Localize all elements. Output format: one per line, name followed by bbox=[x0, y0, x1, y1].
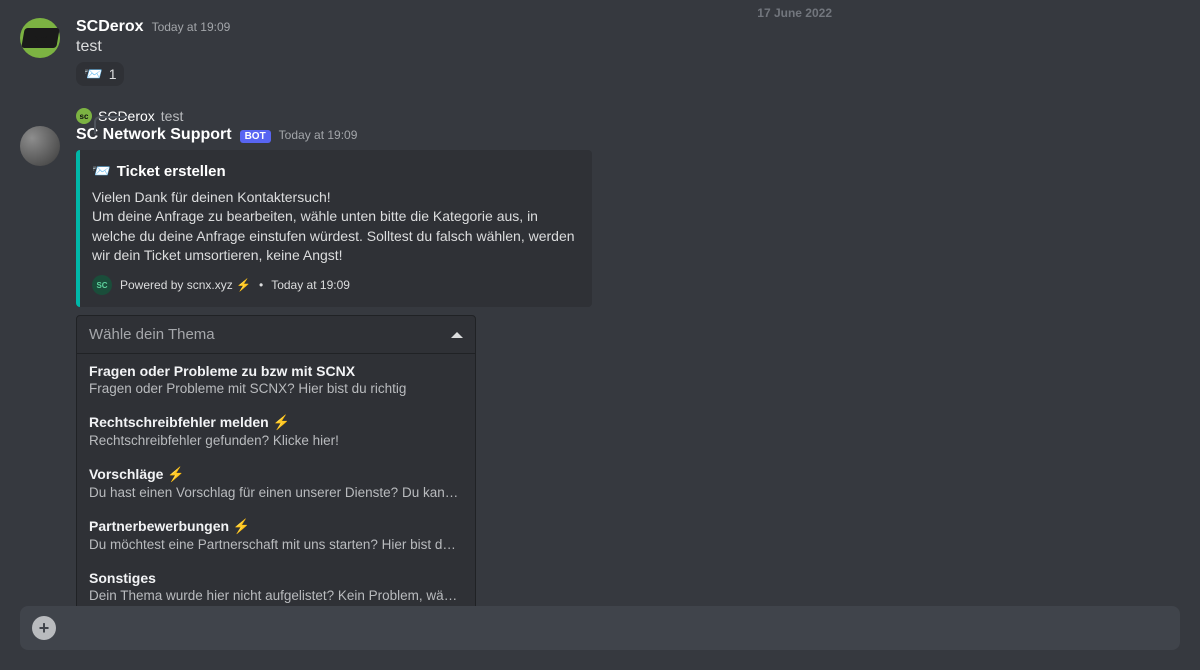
reaction[interactable]: 📨 1 bbox=[76, 62, 124, 86]
embed-footer-icon: SC bbox=[92, 275, 112, 295]
embed-title-text: Ticket erstellen bbox=[117, 163, 226, 180]
select-option[interactable]: Sonstiges Dein Thema wurde hier nicht auf… bbox=[77, 561, 475, 612]
embed-description: Vielen Dank für deinen Kontaktersuch! Um… bbox=[92, 188, 576, 265]
sidebar-date: 17 June 2022 bbox=[757, 6, 832, 20]
avatar[interactable] bbox=[20, 126, 60, 166]
option-label: Sonstiges bbox=[89, 570, 463, 586]
embed-footer-time: Today at 19:09 bbox=[271, 278, 350, 292]
chevron-up-icon bbox=[451, 332, 463, 338]
select-option[interactable]: Partnerbewerbungen ⚡ Du möchtest eine Par… bbox=[77, 509, 475, 561]
option-label: Partnerbewerbungen ⚡ bbox=[89, 518, 463, 535]
embed-footer-text: Powered by scnx.xyz ⚡ bbox=[120, 278, 251, 292]
embed: 📨 Ticket erstellen Vielen Dank für deine… bbox=[76, 150, 592, 307]
message-bot: SC Network Support BOT Today at 19:09 📨 … bbox=[0, 124, 1200, 615]
select-option[interactable]: Vorschläge ⚡ Du hast einen Vorschlag für … bbox=[77, 457, 475, 509]
reaction-count: 1 bbox=[109, 66, 117, 82]
reply-spine-icon bbox=[94, 116, 128, 134]
option-description: Du möchtest eine Partnerschaft mit uns s… bbox=[89, 537, 463, 552]
option-description: Rechtschreibfehler gefunden? Klicke hier… bbox=[89, 433, 463, 448]
select-menu: Wähle dein Thema Fragen oder Probleme zu… bbox=[76, 315, 476, 613]
message-input-bar[interactable]: + bbox=[20, 606, 1180, 650]
select-options-list: Fragen oder Probleme zu bzw mit SCNX Frag… bbox=[76, 354, 476, 613]
option-label: Rechtschreibfehler melden ⚡ bbox=[89, 414, 463, 431]
attach-button[interactable]: + bbox=[32, 616, 56, 640]
embed-title-icon: 📨 bbox=[92, 162, 111, 180]
option-label: Vorschläge ⚡ bbox=[89, 466, 463, 483]
username[interactable]: SCDerox bbox=[76, 18, 144, 36]
reply-content: test bbox=[161, 108, 184, 124]
select-option[interactable]: Fragen oder Probleme zu bzw mit SCNX Frag… bbox=[77, 354, 475, 405]
timestamp: Today at 19:09 bbox=[152, 20, 231, 34]
select-header[interactable]: Wähle dein Thema bbox=[76, 315, 476, 354]
select-placeholder: Wähle dein Thema bbox=[89, 326, 215, 343]
option-description: Fragen oder Probleme mit SCNX? Hier bist… bbox=[89, 381, 463, 396]
embed-title: 📨 Ticket erstellen bbox=[92, 162, 576, 180]
message-user: sc SCDerox Today at 19:09 test 📨 1 bbox=[0, 10, 1200, 88]
reply-reference[interactable]: sc SCDerox test bbox=[56, 106, 1200, 124]
bot-badge: BOT bbox=[240, 130, 271, 143]
option-label: Fragen oder Probleme zu bzw mit SCNX bbox=[89, 363, 463, 379]
message-content: test bbox=[76, 38, 1184, 56]
option-description: Dein Thema wurde hier nicht aufgelistet?… bbox=[89, 588, 463, 603]
option-description: Du hast einen Vorschlag für einen unsere… bbox=[89, 485, 463, 500]
avatar-text: sc bbox=[21, 28, 60, 48]
reply-avatar: sc bbox=[76, 108, 92, 124]
timestamp: Today at 19:09 bbox=[279, 128, 358, 142]
select-option[interactable]: Rechtschreibfehler melden ⚡ Rechtschreibf… bbox=[77, 405, 475, 457]
embed-footer: SC Powered by scnx.xyz ⚡ • Today at 19:0… bbox=[92, 275, 576, 295]
embed-footer-separator: • bbox=[259, 278, 263, 292]
reaction-emoji-icon: 📨 bbox=[84, 65, 103, 83]
avatar[interactable]: sc bbox=[20, 18, 60, 58]
